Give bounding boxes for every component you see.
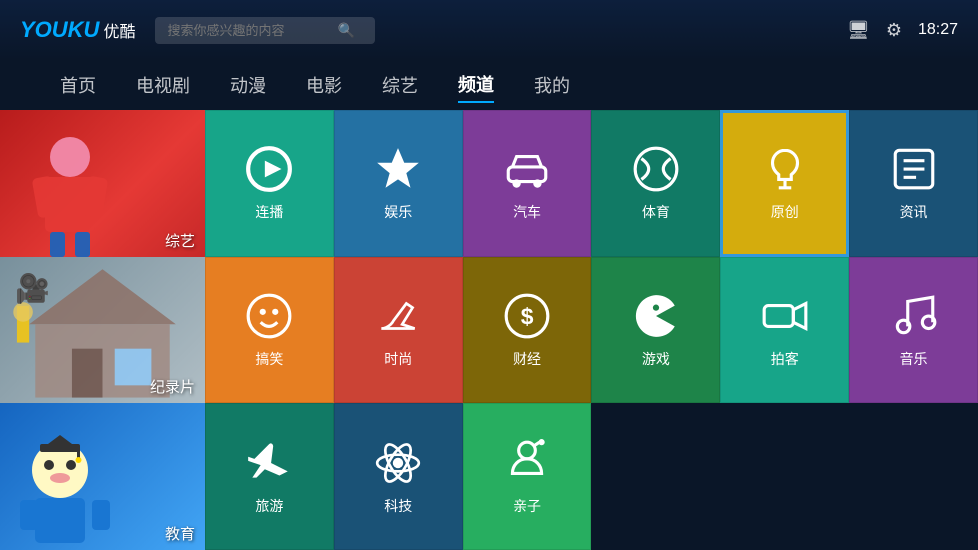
nav-anime[interactable]: 动漫: [230, 68, 266, 102]
search-input[interactable]: [167, 23, 337, 38]
baby-icon: [502, 438, 552, 488]
pacman-icon: [631, 291, 681, 341]
logo-youku-text: YOUKU: [20, 17, 99, 43]
car-icon: [502, 144, 552, 194]
plane-icon: [244, 438, 294, 488]
tile-qinzi[interactable]: 亲子: [463, 403, 592, 550]
channel-grid: 连播 娱乐 汽车 体育 原创 资讯 搞笑: [205, 110, 978, 550]
tile-keji[interactable]: 科技: [334, 403, 463, 550]
tile-shishang-label: 时尚: [384, 349, 412, 369]
logo: YOUKU 优酷: [20, 17, 135, 43]
tile-yuanchuang[interactable]: 原创: [720, 110, 849, 257]
photo-variety-label: 综艺: [165, 230, 195, 251]
education-image: [5, 430, 125, 550]
tile-qiche[interactable]: 汽车: [463, 110, 592, 257]
tile-caijing-label: 财经: [513, 349, 541, 369]
header: YOUKU 优酷 🔍 🖥 ⚙ 18:27: [0, 0, 978, 60]
clock: 18:27: [918, 21, 958, 39]
tile-yinyue[interactable]: 音乐: [849, 257, 978, 404]
tile-paike-label: 拍客: [771, 349, 799, 369]
camera-icon: 🎥: [15, 272, 50, 305]
tile-yuanchuang-label: 原创: [771, 202, 799, 222]
navigation: 首页 电视剧 动漫 电影 综艺 频道 我的: [0, 60, 978, 110]
photo-education[interactable]: 教育: [0, 403, 205, 550]
tile-qinzi-label: 亲子: [513, 496, 541, 516]
search-box[interactable]: 🔍: [155, 17, 375, 44]
music-icon: [889, 291, 939, 341]
tile-gaoxiao-label: 搞笑: [255, 349, 283, 369]
tile-keji-label: 科技: [384, 496, 412, 516]
tile-tiyu-label: 体育: [642, 202, 670, 222]
play-circle-icon: [244, 144, 294, 194]
tile-tiyu[interactable]: 体育: [591, 110, 720, 257]
tile-lianbo-label: 连播: [255, 202, 283, 222]
left-photos: 综艺 🎥 纪录片: [0, 110, 205, 550]
tile-lvyou-label: 旅游: [255, 496, 283, 516]
photo-documentary[interactable]: 🎥 纪录片: [0, 257, 205, 404]
tile-yule[interactable]: 娱乐: [334, 110, 463, 257]
news-icon: [889, 144, 939, 194]
variety-image: [5, 127, 135, 257]
tile-zixun-label: 资讯: [900, 202, 928, 222]
tile-yule-label: 娱乐: [384, 202, 412, 222]
tile-youxi[interactable]: 游戏: [591, 257, 720, 404]
tile-gaoxiao[interactable]: 搞笑: [205, 257, 334, 404]
nav-movie[interactable]: 电影: [306, 68, 342, 102]
svg-text:$: $: [521, 303, 534, 329]
photo-documentary-label: 纪录片: [150, 376, 195, 397]
tile-yinyue-label: 音乐: [900, 349, 928, 369]
tile-shishang[interactable]: 时尚: [334, 257, 463, 404]
tile-zixun[interactable]: 资讯: [849, 110, 978, 257]
tennis-icon: [631, 144, 681, 194]
star-icon: [373, 144, 423, 194]
tile-paike[interactable]: 拍客: [720, 257, 849, 404]
search-icon: 🔍: [337, 22, 354, 39]
logo-chinese-text: 优酷: [103, 18, 135, 42]
photo-variety[interactable]: 综艺: [0, 110, 205, 257]
tile-qiche-label: 汽车: [513, 202, 541, 222]
bulb-icon: [760, 144, 810, 194]
nav-variety[interactable]: 综艺: [382, 68, 418, 102]
tile-caijing[interactable]: $ 财经: [463, 257, 592, 404]
main-area: 综艺 🎥 纪录片: [0, 110, 978, 550]
settings-icon[interactable]: ⚙: [886, 20, 902, 41]
nav-tv[interactable]: 电视剧: [136, 68, 190, 102]
dollar-icon: $: [502, 291, 552, 341]
nav-home[interactable]: 首页: [60, 68, 96, 102]
nav-channel[interactable]: 频道: [458, 67, 494, 103]
header-right: 🖥 ⚙ 18:27: [847, 20, 958, 41]
tile-lvyou[interactable]: 旅游: [205, 403, 334, 550]
atom-icon: [373, 438, 423, 488]
photo-education-label: 教育: [165, 523, 195, 544]
tile-youxi-label: 游戏: [642, 349, 670, 369]
nav-mine[interactable]: 我的: [534, 68, 570, 102]
tile-lianbo[interactable]: 连播: [205, 110, 334, 257]
video-cam-icon: [760, 291, 810, 341]
smiley-icon: [244, 291, 294, 341]
heel-icon: [373, 291, 423, 341]
screen-icon[interactable]: 🖥: [847, 20, 870, 41]
